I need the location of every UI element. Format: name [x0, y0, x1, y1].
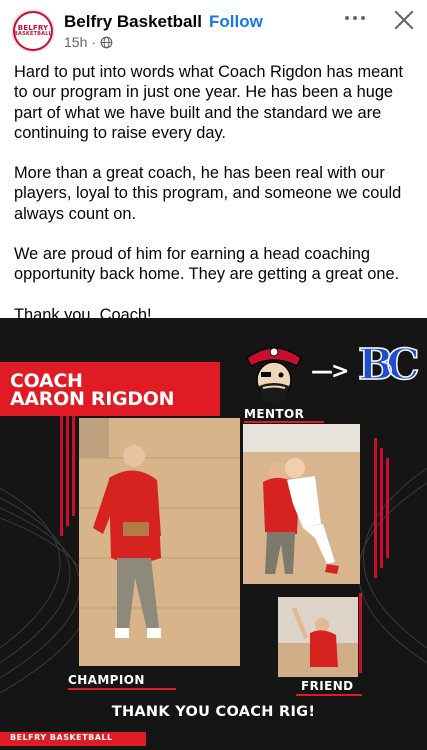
post-paragraph: Hard to put into words what Coach Rigdon… — [14, 63, 404, 142]
meta-dot: · — [91, 34, 97, 50]
coach-photo-champion — [79, 418, 240, 666]
coach-title-banner: COACH AARON RIGDON — [0, 362, 220, 416]
page-name-link[interactable]: Belfry Basketball — [64, 12, 202, 32]
post-meta: 15h · — [64, 34, 113, 50]
bc-logo: BC — [357, 340, 420, 389]
label-mentor-underline — [244, 421, 324, 423]
post-image[interactable]: COACH AARON RIGDON —> BC MENTOR CHAMPION… — [0, 318, 427, 750]
coach-photo-illustration — [79, 418, 240, 666]
post-paragraph: More than a great coach, he has been rea… — [14, 164, 402, 223]
globe-icon — [100, 36, 113, 48]
post-body: Hard to put into words what Coach Rigdon… — [14, 62, 418, 345]
coach-photo-friend — [278, 597, 358, 677]
close-icon[interactable] — [392, 8, 416, 32]
mentor-photo-illustration — [243, 424, 360, 584]
label-champion-underline — [68, 688, 176, 690]
follow-button[interactable]: Follow — [209, 12, 263, 32]
title-line-name: AARON RIGDON — [10, 388, 175, 410]
page-avatar[interactable]: BELFRY BASKETBALL — [11, 9, 55, 53]
footer-brand-bar: BELFRY BASKETBALL — [0, 732, 146, 746]
post-paragraph: We are proud of him for earning a head c… — [14, 245, 400, 284]
label-friend-underline — [296, 694, 362, 696]
more-options-icon[interactable] — [343, 8, 367, 28]
label-mentor: MENTOR — [244, 407, 305, 421]
footer-brand-text: BELFRY BASKETBALL — [10, 733, 113, 742]
avatar-logo-text: BELFRY BASKETBALL — [14, 25, 52, 37]
avatar-badge: BELFRY BASKETBALL — [14, 13, 52, 49]
post-timestamp[interactable]: 15h — [64, 34, 87, 50]
thank-you-headline: THANK YOU COACH RIG! — [111, 704, 316, 720]
coach-photo-mentor — [243, 424, 360, 584]
name-separator: · — [196, 13, 201, 30]
label-friend: FRIEND — [301, 679, 354, 693]
label-champion: CHAMPION — [68, 673, 145, 687]
transition-arrow: —> — [311, 359, 349, 384]
avatar-text-line2: BASKETBALL — [13, 31, 53, 37]
post-header: BELFRY BASKETBALL Belfry Basketball · Fo… — [0, 0, 427, 58]
pirate-mascot-icon — [246, 347, 302, 403]
friend-photo-illustration — [278, 597, 358, 677]
